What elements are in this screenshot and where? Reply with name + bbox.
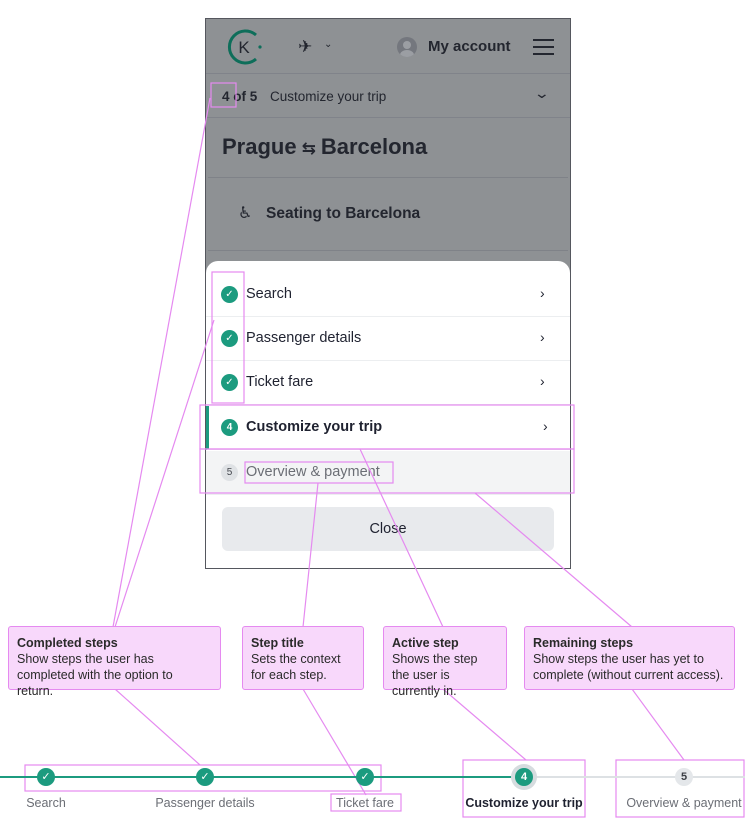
mobile-mockup: K ✈ ⌄ My account 4 of 5 Customize your t… xyxy=(205,18,571,569)
check-circle-icon: ✓ xyxy=(221,286,238,303)
step-label: Search xyxy=(246,286,292,302)
annotation-remaining-steps: Remaining steps Show steps the user has … xyxy=(524,626,735,690)
annotation-title: Step title xyxy=(251,636,304,650)
route-title: Prague ⇆ Barcelona xyxy=(222,134,427,160)
annotation-completed-steps: Completed steps Show steps the user has … xyxy=(8,626,221,698)
step-label: Overview & payment xyxy=(246,464,380,480)
step-item-ticket-fare[interactable]: ✓ Ticket fare › xyxy=(206,361,570,405)
annotation-text: Sets the context for each step. xyxy=(251,652,341,682)
chevron-down-icon[interactable]: ⌄ xyxy=(534,85,550,102)
annotation-text: Shows the step the user is currently in. xyxy=(392,652,478,698)
annotation-step-title: Step title Sets the context for each ste… xyxy=(242,626,364,690)
chevron-right-icon: › xyxy=(540,285,545,301)
swap-icon: ⇆ xyxy=(301,139,316,158)
stepper-dot-remaining: 5 xyxy=(675,768,693,786)
leader-line xyxy=(114,319,215,628)
step-item-customize-your-trip[interactable]: 4 Customize your trip › xyxy=(206,406,570,450)
chevron-right-icon: › xyxy=(543,418,548,434)
leader-line xyxy=(114,688,201,766)
stepper-progress-line xyxy=(0,776,524,778)
stepper-label: Overview & payment xyxy=(626,796,742,810)
annotation-text: Show steps the user has yet to complete … xyxy=(533,652,724,682)
chevron-down-icon[interactable]: ⌄ xyxy=(324,39,332,50)
check-circle-icon: ✓ xyxy=(221,330,238,347)
route-from: Prague xyxy=(222,134,297,159)
hamburger-icon[interactable] xyxy=(533,39,554,55)
my-account-link[interactable]: My account xyxy=(428,38,511,55)
annotation-text: Show steps the user has completed with t… xyxy=(17,652,173,698)
annotation-title: Active step xyxy=(392,636,459,650)
stepper-label-active: Customize your trip xyxy=(465,796,583,810)
current-step-title: Customize your trip xyxy=(270,89,387,104)
leader-line xyxy=(442,688,527,761)
svg-text:K: K xyxy=(238,38,250,57)
annotation-title: Completed steps xyxy=(17,636,118,650)
close-button[interactable]: Close xyxy=(222,507,554,551)
step-count: 4 of 5 xyxy=(222,89,258,104)
step-label: Ticket fare xyxy=(246,374,314,390)
avatar-icon[interactable] xyxy=(397,37,417,57)
step-number-badge: 5 xyxy=(221,464,238,481)
stepper-label[interactable]: Passenger details xyxy=(155,796,254,810)
step-item-overview-payment: 5 Overview & payment xyxy=(206,451,570,495)
step-label: Customize your trip xyxy=(246,419,383,435)
annotation-active-step: Active step Shows the step the user is c… xyxy=(383,626,507,698)
seat-icon: ♿ xyxy=(238,205,253,222)
stepper-dot-ticket-fare[interactable]: ✓ xyxy=(356,768,374,786)
leader-line xyxy=(631,688,685,761)
step-label: Passenger details xyxy=(246,330,362,346)
step-item-search[interactable]: ✓ Search › xyxy=(206,273,570,317)
stepper-remaining-line xyxy=(524,776,745,778)
step-number-badge: 4 xyxy=(221,419,238,436)
chevron-right-icon: › xyxy=(540,373,545,389)
progress-header[interactable]: 4 of 5 Customize your trip ⌄ xyxy=(206,75,570,118)
stepper-label[interactable]: Search xyxy=(26,796,66,810)
seating-section[interactable]: ♿ Seating to Barcelona xyxy=(208,177,568,251)
leader-line xyxy=(112,97,211,628)
chevron-right-icon: › xyxy=(540,329,545,345)
app-header: K ✈ ⌄ My account xyxy=(206,19,570,74)
kiwi-logo-icon[interactable]: K xyxy=(224,27,264,67)
check-circle-icon: ✓ xyxy=(221,374,238,391)
airplane-icon[interactable]: ✈ xyxy=(298,37,312,57)
stepper-label[interactable]: Ticket fare xyxy=(336,796,394,810)
route-to: Barcelona xyxy=(320,134,428,159)
annotation-title: Remaining steps xyxy=(533,636,634,650)
stepper-dot-passenger-details[interactable]: ✓ xyxy=(196,768,214,786)
step-item-passenger-details[interactable]: ✓ Passenger details › xyxy=(206,317,570,361)
seating-label: Seating to Barcelona xyxy=(266,205,421,222)
stepper-dot-active[interactable]: 4 xyxy=(515,768,533,786)
stepper-dot-search[interactable]: ✓ xyxy=(37,768,55,786)
steps-bottom-sheet: ✓ Search › ✓ Passenger details › ✓ Ticke… xyxy=(206,261,570,568)
